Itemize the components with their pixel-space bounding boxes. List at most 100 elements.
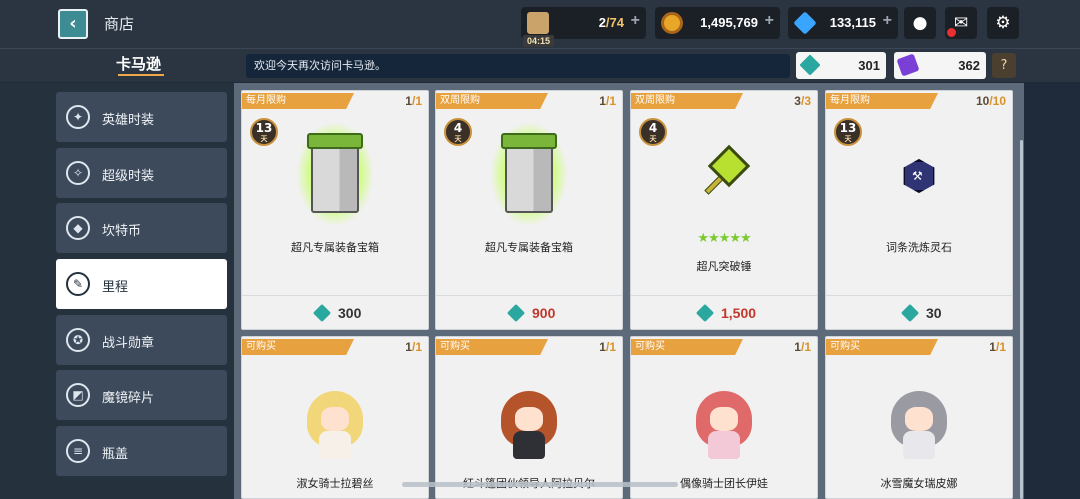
- coffee-cup-icon: [527, 12, 549, 34]
- purchase-limit: 3/3: [794, 94, 811, 108]
- envelope-icon: ✉: [953, 13, 969, 33]
- limit-tag: 每月限购: [242, 93, 354, 109]
- shop-item-card[interactable]: 可购买 1/1 冰雪魔女瑞皮娜: [825, 336, 1013, 499]
- shop-name-tab[interactable]: 卡马逊: [116, 53, 161, 74]
- sidebar-item-kant-coin[interactable]: ◆ 坎特币: [56, 203, 227, 253]
- purchase-limit: 10/10: [976, 94, 1006, 108]
- item-price: 900: [532, 305, 556, 321]
- days-remaining-badge: 13 天: [834, 118, 862, 146]
- equipment-chest-icon: [297, 123, 373, 225]
- sidebar-item-battle-medal[interactable]: ✪ 战斗勋章: [56, 315, 227, 365]
- blue-gem-icon: [793, 11, 817, 35]
- chevron-left-icon: ‹: [69, 13, 77, 34]
- stamina-timer: 04:15: [523, 35, 555, 47]
- settings-button[interactable]: ⚙: [987, 7, 1019, 39]
- mileage-gem-icon: [695, 303, 715, 323]
- mileage-value: 301: [858, 58, 880, 73]
- item-name: 词条洗炼灵石: [886, 241, 952, 254]
- add-gem-button[interactable]: +: [883, 12, 892, 30]
- stamina-max: /74: [605, 15, 624, 30]
- shop-item-card[interactable]: 可购买 1/1 偶像骑士团长伊娃: [630, 336, 818, 499]
- sidebar-item-hero-costume[interactable]: ✦ 英雄时装: [56, 92, 227, 142]
- limit-current: 1: [794, 340, 801, 354]
- sidebar-item-bottle-cap[interactable]: ≡ 瓶盖: [56, 426, 227, 476]
- limit-max: /1: [411, 340, 422, 354]
- top-bar: ‹ 商店 2/74 + 04:15 1,495,769 + 133,115 + …: [0, 0, 1080, 48]
- price-bar: 900: [436, 295, 622, 329]
- limit-max: /3: [800, 94, 811, 108]
- equipment-chest-icon: [491, 123, 567, 225]
- gold-counter[interactable]: 1,495,769 +: [655, 7, 780, 39]
- gear-icon: ⚙: [995, 13, 1011, 33]
- limit-max: /1: [800, 340, 811, 354]
- sidebar-item-mileage[interactable]: ✎ 里程: [56, 259, 227, 309]
- bottle-cap-icon: ≡: [66, 439, 90, 463]
- add-gold-button[interactable]: +: [765, 12, 774, 30]
- days-value: 13: [839, 121, 857, 135]
- limit-tag: 双周限购: [631, 93, 743, 109]
- days-value: 4: [453, 121, 463, 135]
- purchase-limit: 1/1: [405, 94, 422, 108]
- ticket-icon: [896, 53, 920, 77]
- stamina-counter[interactable]: 2/74 + 04:15: [521, 7, 646, 47]
- limit-current: 1: [599, 94, 606, 108]
- shop-item-card[interactable]: 双周限购 3/3 4天 ★★★★★ 超凡突破锤 1,500: [630, 90, 818, 330]
- shop-item-card[interactable]: 双周限购 1/1 4天 超凡专属装备宝箱 900: [435, 90, 623, 330]
- mail-button[interactable]: ✉: [945, 7, 977, 39]
- home-indicator[interactable]: [402, 482, 678, 487]
- limit-max: /1: [605, 94, 616, 108]
- sidebar-item-label: 超级时装: [102, 169, 155, 184]
- grid-scrollbar[interactable]: [1020, 140, 1023, 499]
- ticket-value: 362: [958, 58, 980, 73]
- shop-item-card[interactable]: 每月限购 1/1 13 天 超凡专属装备宝箱 300: [241, 90, 429, 330]
- breakthrough-hammer-icon: [696, 144, 752, 205]
- sidebar-item-mirror-shard[interactable]: ◩ 魔镜碎片: [56, 370, 227, 420]
- speech-bubble-icon: ●: [912, 13, 928, 33]
- add-stamina-button[interactable]: +: [631, 12, 640, 30]
- shop-sidebar: ✦ 英雄时装 ✧ 超级时装 ◆ 坎特币 ✎ 里程 ✪ 战斗勋章 ◩ 魔镜碎片 ≡…: [0, 83, 234, 499]
- sidebar-item-label: 战斗勋章: [102, 336, 155, 351]
- shop-subbar: 卡马逊 欢迎今天再次访问卡马逊。 301 362 ?: [0, 48, 1080, 82]
- hero-portrait: [879, 381, 959, 461]
- mileage-gem-icon: [312, 303, 332, 323]
- purchase-limit: 1/1: [794, 340, 811, 354]
- coin-hex-icon: ◆: [66, 216, 90, 240]
- reforge-stone-icon: ⚒: [902, 159, 936, 193]
- limit-tag: 可购买: [436, 339, 548, 355]
- item-name: 超凡专属装备宝箱: [291, 241, 379, 254]
- limit-tag: 双周限购: [436, 93, 548, 109]
- price-bar: 30: [826, 295, 1012, 329]
- limit-max: /1: [411, 94, 422, 108]
- hero-portrait: [295, 381, 375, 461]
- item-name: 淑女骑士拉碧丝: [296, 477, 374, 490]
- gem-counter[interactable]: 133,115 +: [788, 7, 898, 39]
- back-button[interactable]: ‹: [58, 9, 88, 39]
- limit-max: /10: [989, 94, 1006, 108]
- page-title: 商店: [104, 16, 135, 33]
- limit-current: 1: [989, 340, 996, 354]
- purchase-limit: 1/1: [405, 340, 422, 354]
- days-unit: 天: [844, 135, 852, 143]
- mileage-gem-icon: [506, 303, 526, 323]
- shop-item-card[interactable]: 每月限购 10/10 13 天 ⚒ 词条洗炼灵石 30: [825, 90, 1013, 330]
- star-rating: ★★★★★: [697, 231, 751, 246]
- mileage-currency: 301: [796, 52, 886, 79]
- sidebar-item-label: 魔镜碎片: [102, 391, 155, 406]
- days-unit: 天: [260, 135, 268, 143]
- super-costume-icon: ✧: [66, 161, 90, 185]
- shop-item-card[interactable]: 可购买 1/1 红斗篷团伙领导人阿拉贝尔: [435, 336, 623, 499]
- days-unit: 天: [649, 135, 657, 143]
- mileage-gem-icon: [900, 303, 920, 323]
- limit-current: 1: [405, 340, 412, 354]
- shop-item-card[interactable]: 可购买 1/1 淑女骑士拉碧丝: [241, 336, 429, 499]
- chat-button[interactable]: ●: [904, 7, 936, 39]
- limit-current: 1: [599, 340, 606, 354]
- sidebar-item-label: 瓶盖: [102, 447, 129, 462]
- help-button[interactable]: ?: [992, 53, 1016, 78]
- ticket-currency: 362: [894, 52, 986, 79]
- costume-icon: ✦: [66, 105, 90, 129]
- notification-dot: [947, 28, 956, 37]
- limit-current: 1: [405, 94, 412, 108]
- sidebar-item-super-costume[interactable]: ✧ 超级时装: [56, 148, 227, 198]
- days-unit: 天: [454, 135, 462, 143]
